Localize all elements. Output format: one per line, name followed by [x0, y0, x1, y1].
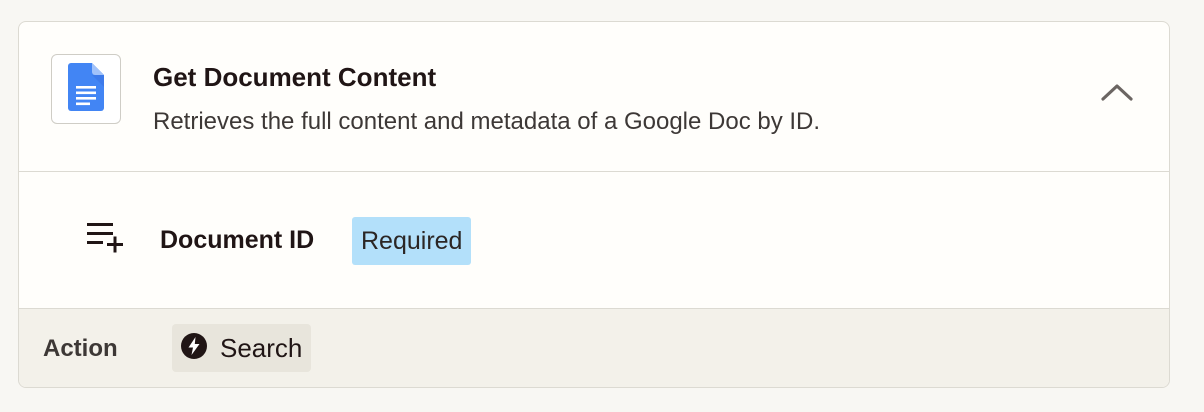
playlist-add-icon: [85, 220, 125, 256]
field-label: Document ID: [160, 226, 315, 254]
step-description: Retrieves the full content and metadata …: [153, 108, 821, 135]
google-docs-icon: [68, 62, 104, 116]
action-step-card: Get Document Content Retrieves the full …: [18, 21, 1170, 388]
action-type-label: Action: [43, 335, 118, 362]
required-badge: Required: [352, 217, 472, 265]
action-chip-label: Search: [220, 332, 303, 363]
step-header[interactable]: Get Document Content Retrieves the full …: [19, 22, 1169, 172]
field-row-document-id[interactable]: Document ID Required: [19, 172, 1169, 309]
action-footer: Action Search: [19, 309, 1169, 387]
lightning-bolt-icon: [180, 332, 208, 365]
app-icon-box: [51, 54, 121, 124]
chevron-up-icon: [1100, 82, 1134, 107]
step-title: Get Document Content: [153, 62, 437, 92]
collapse-button[interactable]: [1097, 78, 1137, 110]
action-type-chip[interactable]: Search: [172, 324, 312, 372]
